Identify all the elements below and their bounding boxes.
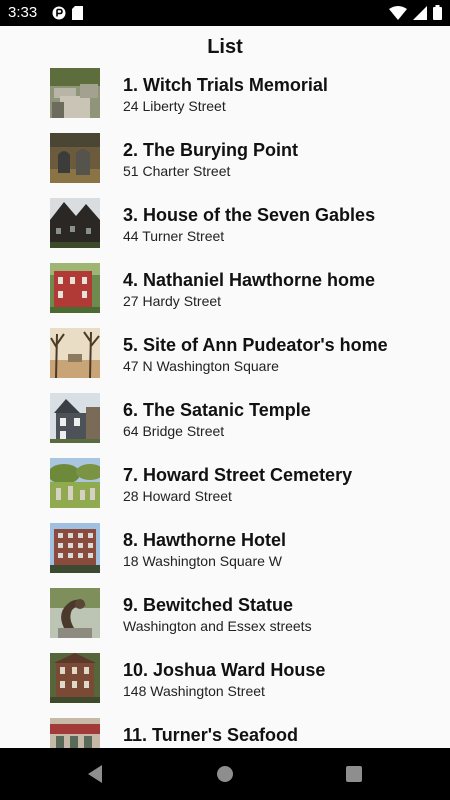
list-item[interactable]: 8. Hawthorne Hotel 18 Washington Square … (0, 515, 450, 580)
app-notification-icon (52, 6, 66, 20)
notification-icons (52, 6, 83, 20)
place-address: 18 Washington Square W (123, 553, 283, 569)
place-address: 28 Howard Street (123, 488, 232, 504)
place-name: 9. Bewitched Statue (123, 595, 294, 615)
place-name: 6. The Satanic Temple (123, 400, 311, 420)
sd-card-icon (72, 6, 83, 20)
place-address: 64 Bridge Street (123, 423, 225, 439)
place-address: 27 Hardy Street (123, 293, 222, 309)
place-thumbnail (50, 328, 100, 378)
place-thumbnail (50, 263, 100, 313)
status-time: 3:33 (8, 4, 38, 21)
place-address: 24 Liberty Street (123, 98, 226, 114)
place-thumbnail (50, 718, 100, 748)
battery-icon (433, 5, 442, 20)
place-address: 47 N Washington Square (123, 358, 279, 374)
place-name: 4. Nathaniel Hawthorne home (123, 270, 376, 290)
wifi-icon (389, 5, 407, 20)
place-name: 2. The Burying Point (123, 140, 299, 160)
list-item[interactable]: 11. Turner's Seafood (0, 710, 450, 748)
list-item[interactable]: 10. Joshua Ward House 148 Washington Str… (0, 645, 450, 710)
navigation-bar (0, 748, 450, 800)
place-thumbnail (50, 133, 100, 183)
system-icons (389, 5, 442, 20)
place-name: 7. Howard Street Cemetery (123, 465, 353, 485)
list-item[interactable]: 3. House of the Seven Gables 44 Turner S… (0, 190, 450, 255)
list-item[interactable]: 9. Bewitched Statue Washington and Essex… (0, 580, 450, 645)
list-item[interactable]: 7. Howard Street Cemetery 28 Howard Stre… (0, 450, 450, 515)
list-item[interactable]: 4. Nathaniel Hawthorne home 27 Hardy Str… (0, 255, 450, 320)
place-thumbnail (50, 523, 100, 573)
place-name: 3. House of the Seven Gables (123, 205, 376, 225)
list-item[interactable]: 2. The Burying Point 51 Charter Street (0, 125, 450, 190)
place-address: Washington and Essex streets (123, 618, 312, 634)
place-name: 10. Joshua Ward House (123, 660, 326, 680)
place-thumbnail (50, 68, 100, 118)
place-thumbnail (50, 588, 100, 638)
home-icon[interactable] (216, 765, 234, 783)
place-thumbnail (50, 458, 100, 508)
place-address: 51 Charter Street (123, 163, 231, 179)
place-name: 5. Site of Ann Pudeator's home (123, 335, 388, 355)
place-thumbnail (50, 653, 100, 703)
place-address: 148 Washington Street (123, 683, 265, 699)
signal-icon (413, 5, 427, 20)
page-title: List (207, 36, 243, 58)
place-name: 8. Hawthorne Hotel (123, 530, 287, 550)
places-list[interactable]: 1. Witch Trials Memorial 24 Liberty Stre… (0, 60, 450, 748)
recents-icon[interactable] (346, 766, 362, 782)
place-thumbnail (50, 393, 100, 443)
list-item[interactable]: 6. The Satanic Temple 64 Bridge Street (0, 385, 450, 450)
place-name: 1. Witch Trials Memorial (123, 75, 328, 95)
back-icon[interactable] (86, 764, 104, 784)
list-item[interactable]: 1. Witch Trials Memorial 24 Liberty Stre… (0, 60, 450, 125)
list-item[interactable]: 5. Site of Ann Pudeator's home 47 N Wash… (0, 320, 450, 385)
place-name: 11. Turner's Seafood (123, 725, 298, 745)
place-thumbnail (50, 198, 100, 248)
status-bar: 3:33 (0, 0, 450, 26)
place-address: 44 Turner Street (123, 228, 225, 244)
